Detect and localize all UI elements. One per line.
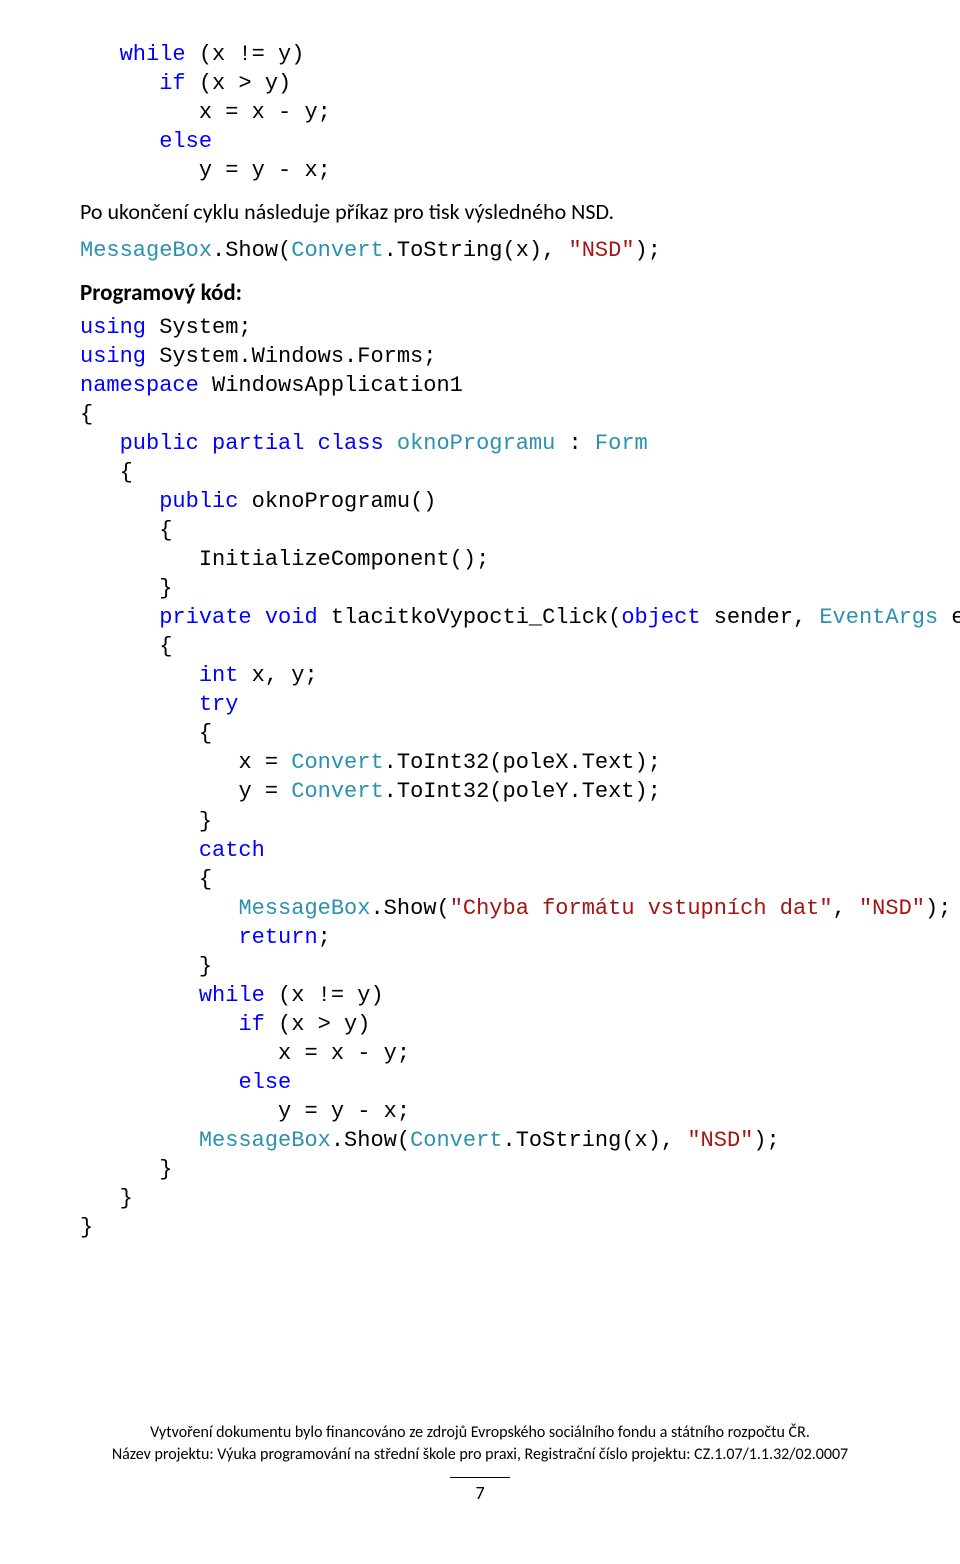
code-block-main: using System; using System.Windows.Forms… [80,313,880,1242]
keyword-else: else [159,129,212,154]
keyword-while: while [120,42,186,67]
type-convert: Convert [291,238,383,263]
code-block-mid: MessageBox.Show(Convert.ToString(x), "NS… [80,236,880,265]
code-block-top: while (x != y) if (x > y) x = x - y; els… [80,40,880,185]
keyword-if: if [159,71,185,96]
string-literal: "Chyba formátu vstupních dat" [450,896,833,921]
section-heading: Programový kód: [80,279,880,307]
footer-note: Vytvoření dokumentu bylo financováno ze … [80,1422,880,1465]
page-number: 7 [80,1473,880,1504]
footer-line-2: Název projektu: Výuka programování na st… [80,1444,880,1466]
string-literal: "NSD" [569,238,635,263]
type-form: Form [595,431,648,456]
type-messagebox: MessageBox [80,238,212,263]
type-eventargs: EventArgs [819,605,938,630]
type-oknoprogramu: oknoProgramu [397,431,555,456]
footer-line-1: Vytvoření dokumentu bylo financováno ze … [80,1422,880,1444]
body-paragraph: Po ukončení cyklu následuje příkaz pro t… [80,197,880,228]
